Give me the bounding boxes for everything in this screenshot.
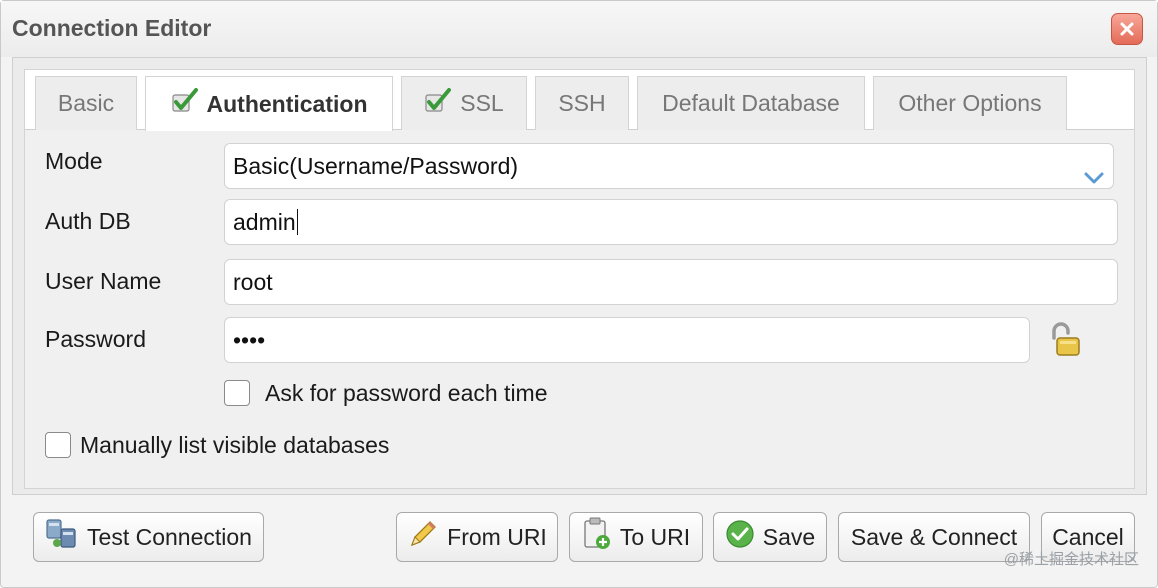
password-input[interactable]: •••• (224, 317, 1030, 363)
tab-label: Authentication (206, 90, 368, 117)
window-title: Connection Editor (12, 15, 212, 41)
text-caret (296, 208, 299, 235)
ask-password-checkbox[interactable] (224, 380, 250, 406)
ask-password-label: Ask for password each time (265, 380, 548, 406)
tab-other-options[interactable]: Other Options (873, 76, 1067, 130)
username-input[interactable]: root (224, 259, 1118, 305)
save-button[interactable]: Save (713, 512, 827, 562)
tab-ssl[interactable]: SSL (401, 76, 527, 130)
tab-default-database[interactable]: Default Database (637, 76, 865, 130)
username-value: root (233, 269, 273, 295)
checkmark-icon (171, 88, 199, 120)
tab-label: Other Options (898, 90, 1042, 116)
authentication-form: Mode Basic(Username/Password) Auth DB ad… (25, 130, 1134, 488)
manual-databases-checkbox[interactable] (45, 432, 71, 458)
auth-db-label: Auth DB (45, 208, 131, 234)
to-uri-label: To URI (619, 523, 691, 550)
tab-strip: Basic Authentication SSL SSH Default Dat… (25, 70, 1134, 131)
tab-label: SSH (558, 90, 606, 116)
from-uri-label: From URI (447, 523, 547, 550)
unlock-icon[interactable] (1048, 321, 1082, 364)
chevron-down-icon (1083, 156, 1105, 188)
save-and-connect-button[interactable]: Save & Connect (838, 512, 1030, 562)
tab-basic[interactable]: Basic (35, 76, 137, 130)
close-button[interactable] (1111, 13, 1143, 45)
save-label: Save (762, 523, 816, 550)
tab-authentication[interactable]: Authentication (145, 76, 393, 131)
to-uri-button[interactable]: To URI (569, 512, 703, 562)
cancel-label: Cancel (1052, 523, 1124, 550)
password-value: •••• (233, 327, 266, 353)
check-circle-icon (725, 519, 755, 555)
pencil-icon (407, 518, 439, 556)
clipboard-add-icon (582, 517, 612, 557)
save-and-connect-label: Save & Connect (850, 523, 1018, 550)
mode-select[interactable]: Basic(Username/Password) (224, 143, 1114, 189)
watermark-text: @稀土掘金技术社区 (1003, 551, 1139, 568)
tab-label: Default Database (662, 90, 840, 116)
title-bar[interactable]: Connection Editor (1, 1, 1157, 57)
username-label: User Name (45, 268, 162, 294)
test-connection-label: Test Connection (87, 523, 252, 550)
from-uri-button[interactable]: From URI (396, 512, 558, 562)
connection-editor-window: Connection Editor Basic Authentication S… (0, 0, 1158, 588)
tab-ssh[interactable]: SSH (535, 76, 629, 130)
test-connection-button[interactable]: Test Connection (33, 512, 264, 562)
tab-label: Basic (57, 90, 115, 116)
mode-value: Basic(Username/Password) (233, 153, 519, 179)
tab-container: Basic Authentication SSL SSH Default Dat… (24, 69, 1135, 489)
tab-label: SSL (460, 90, 504, 116)
mode-label: Mode (45, 148, 103, 174)
auth-db-input[interactable]: admin (224, 199, 1118, 245)
editor-panel: Basic Authentication SSL SSH Default Dat… (12, 57, 1147, 495)
close-icon (1119, 21, 1135, 37)
password-label: Password (45, 326, 146, 352)
manual-databases-label: Manually list visible databases (80, 432, 390, 458)
auth-db-value: admin (233, 209, 296, 235)
checkmark-icon (424, 87, 452, 120)
database-connection-icon (45, 517, 79, 557)
